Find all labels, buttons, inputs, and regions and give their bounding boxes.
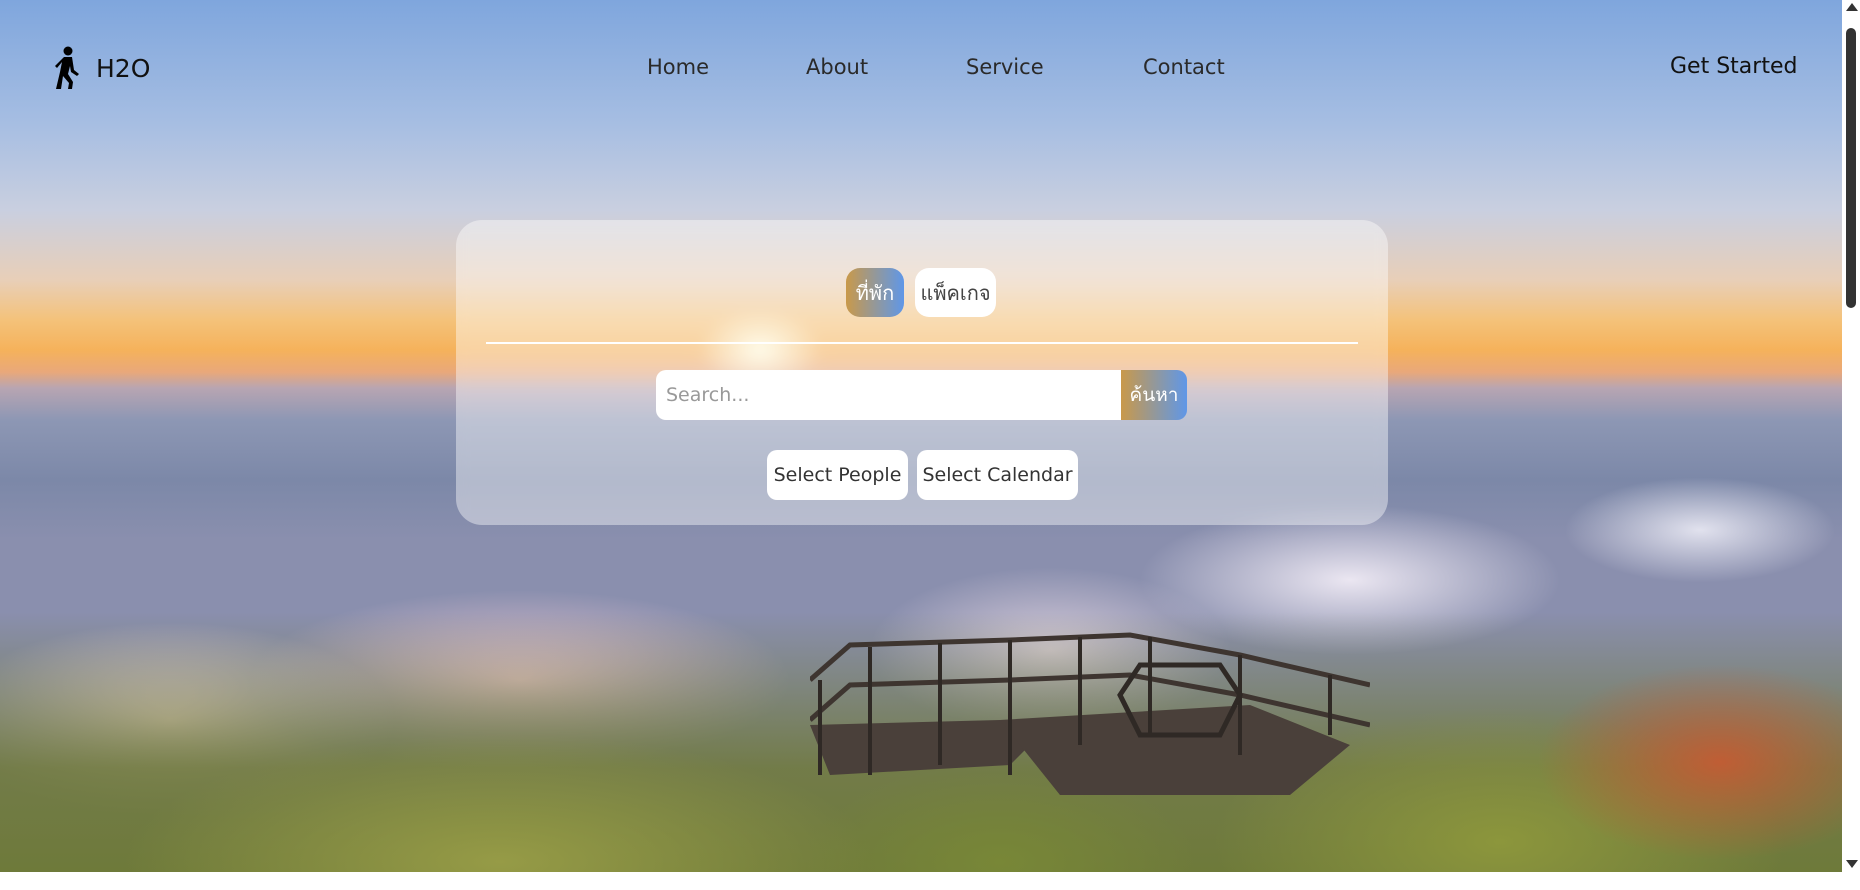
nav-item-home[interactable]: Home (647, 55, 709, 79)
scroll-up-arrow-icon[interactable] (1846, 3, 1858, 11)
scroll-down-arrow-icon[interactable] (1846, 860, 1858, 868)
scrollbar-thumb[interactable] (1846, 28, 1856, 308)
select-people-button[interactable]: Select People (767, 450, 908, 500)
walking-person-icon (55, 46, 79, 89)
brand-name: H2O (96, 53, 151, 83)
nav-item-about[interactable]: About (806, 55, 868, 79)
search-card: ที่พัก แพ็คเกจ ค้นหา Select People Selec… (456, 220, 1388, 525)
select-calendar-button[interactable]: Select Calendar (917, 450, 1078, 500)
nav-item-contact[interactable]: Contact (1143, 55, 1225, 79)
vertical-scrollbar[interactable] (1842, 0, 1860, 872)
brand-logo[interactable]: H2O (52, 46, 150, 90)
divider (486, 342, 1358, 344)
tab-accommodation[interactable]: ที่พัก (846, 268, 904, 317)
tab-package[interactable]: แพ็คเกจ (915, 268, 996, 317)
get-started-button[interactable]: Get Started (1670, 54, 1797, 79)
search-input[interactable] (656, 370, 1121, 420)
search-button[interactable]: ค้นหา (1121, 370, 1187, 420)
top-navigation: H2O Home About Service Contact Get Start… (0, 0, 1840, 140)
nav-item-service[interactable]: Service (966, 55, 1044, 79)
viewpoint-deck-illustration (810, 632, 1370, 795)
